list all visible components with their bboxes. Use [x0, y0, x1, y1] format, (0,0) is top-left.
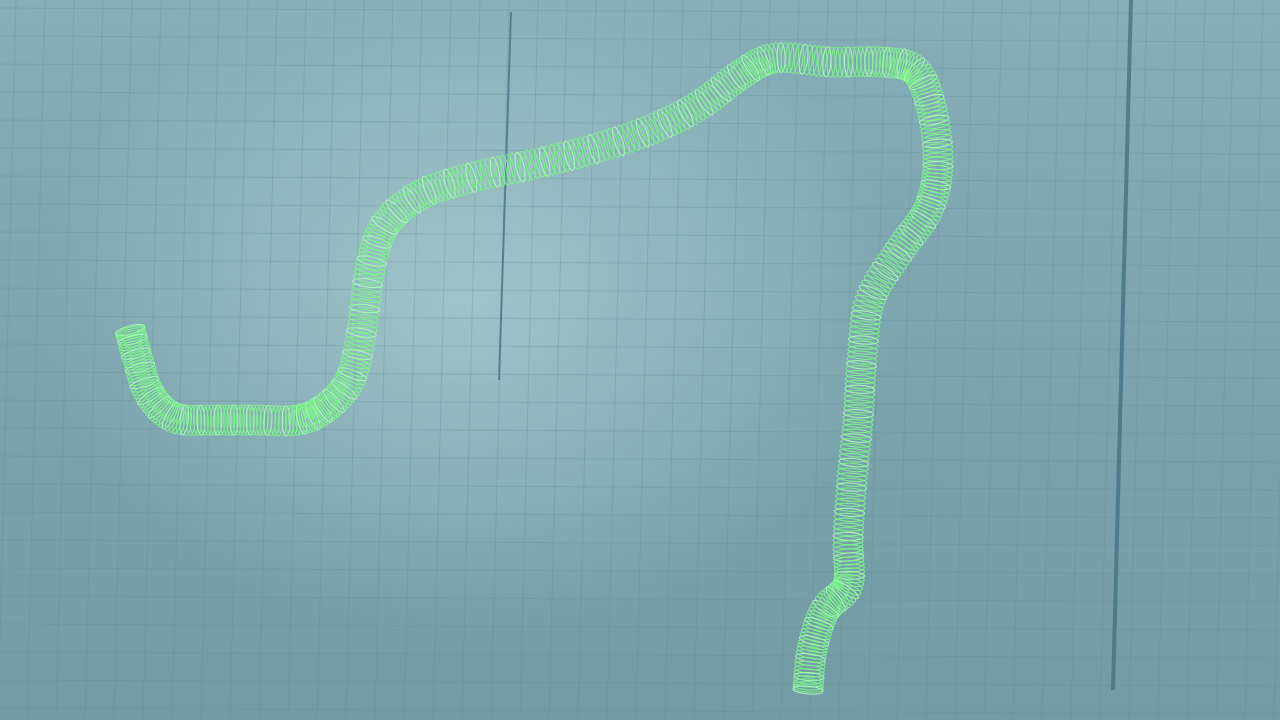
grid-line-horizontal	[0, 175, 1280, 183]
grid-line-horizontal	[0, 231, 1280, 239]
grid-line-horizontal	[0, 371, 1280, 379]
tube-coil-ring	[846, 355, 878, 365]
grid-line-horizontal	[0, 399, 1280, 407]
grid-line-vertical	[55, 0, 75, 720]
grid-line-vertical	[1041, 0, 1061, 720]
tube-coil-ring	[845, 365, 877, 375]
tube-coil-ring	[844, 379, 876, 390]
tube-coil-ring	[844, 384, 876, 394]
tube-coil-ring	[843, 394, 875, 404]
grid-line-vertical	[1157, 0, 1177, 720]
grid-line-horizontal	[0, 259, 1280, 267]
tube-coil-ring	[922, 143, 954, 153]
grid-line-vertical	[867, 0, 887, 720]
tube-coil-ring	[845, 370, 877, 380]
grid-line-vertical	[548, 0, 568, 720]
tube-coil-ring	[921, 133, 953, 144]
3d-viewport[interactable]	[0, 0, 1280, 720]
tube-coil-ring	[837, 467, 869, 478]
grid-line-horizontal	[0, 595, 1280, 603]
tube-coil-ring	[803, 44, 814, 76]
grid-line-horizontal	[0, 707, 1280, 715]
grid-line-vertical	[26, 0, 46, 720]
grid-line-vertical	[1215, 0, 1235, 720]
grid-line-horizontal	[0, 315, 1280, 323]
grid-line-vertical	[287, 0, 307, 720]
vertical-axis-line	[498, 11, 512, 381]
tube-coil-ring	[812, 45, 823, 77]
grid-line-horizontal	[0, 679, 1280, 687]
grid-line-horizontal	[0, 7, 1280, 15]
grid-line-vertical	[780, 0, 800, 720]
tube-coil-ring	[621, 123, 636, 153]
grid-line-vertical	[432, 0, 452, 720]
tube-coil-ring	[832, 527, 864, 537]
grid-line-vertical	[84, 0, 104, 720]
grid-line-vertical	[519, 0, 539, 720]
tube-coil-ring	[833, 512, 865, 523]
grid-line-horizontal	[0, 483, 1280, 491]
grid-line-horizontal	[0, 623, 1280, 631]
floor-grid	[0, 0, 1280, 720]
grid-line-vertical	[258, 0, 278, 720]
grid-line-vertical	[403, 0, 423, 720]
tube-coil-ring	[866, 270, 894, 289]
tube-coil-ring	[846, 360, 877, 370]
grid-line-horizontal	[0, 203, 1280, 211]
grid-line-vertical	[1273, 459, 1280, 720]
grid-line-vertical	[200, 0, 220, 720]
grid-line-vertical	[954, 0, 974, 720]
grid-line-horizontal	[0, 147, 1280, 155]
grid-line-vertical	[1012, 0, 1032, 720]
tube-coil-ring	[849, 320, 881, 330]
grid-line-vertical	[316, 0, 336, 720]
grid-line-horizontal	[0, 455, 1280, 463]
tube-coil-ring	[869, 266, 896, 285]
grid-line-horizontal	[0, 511, 1280, 519]
grid-line-horizontal	[0, 651, 1280, 659]
tube-coil-ring	[844, 389, 876, 399]
grid-line-vertical	[983, 0, 1003, 720]
grid-line-vertical	[171, 0, 191, 720]
tube-coil-ring	[837, 462, 869, 473]
grid-line-horizontal	[0, 63, 1280, 71]
grid-line-vertical	[606, 0, 626, 720]
grid-line-vertical	[374, 0, 394, 720]
tube-coil-ring	[838, 457, 870, 468]
tube-coil-ring	[848, 330, 880, 340]
grid-line-vertical	[0, 0, 17, 661]
tube-coil-ring	[848, 325, 880, 335]
grid-line-vertical	[229, 0, 249, 720]
grid-line-vertical	[896, 0, 916, 720]
grid-line-vertical	[722, 0, 742, 720]
grid-line-vertical	[461, 0, 481, 720]
tube-coil-ring	[921, 138, 953, 149]
tube-coil-ring	[833, 522, 865, 532]
grid-line-vertical	[635, 0, 655, 720]
tube-coil-ring	[833, 517, 865, 527]
grid-line-vertical	[1128, 0, 1148, 720]
grid-line-horizontal	[0, 119, 1280, 127]
grid-line-horizontal	[0, 91, 1280, 99]
grid-line-vertical	[577, 0, 597, 720]
grid-line-vertical	[1070, 0, 1090, 720]
grid-line-vertical	[1244, 0, 1264, 720]
scene-canvas[interactable]	[0, 0, 1280, 720]
tube-coil-ring	[836, 472, 868, 482]
grid-line-vertical	[1186, 0, 1206, 720]
grid-line-horizontal	[0, 287, 1280, 295]
grid-line-horizontal	[0, 343, 1280, 351]
grid-line-vertical	[751, 0, 771, 720]
